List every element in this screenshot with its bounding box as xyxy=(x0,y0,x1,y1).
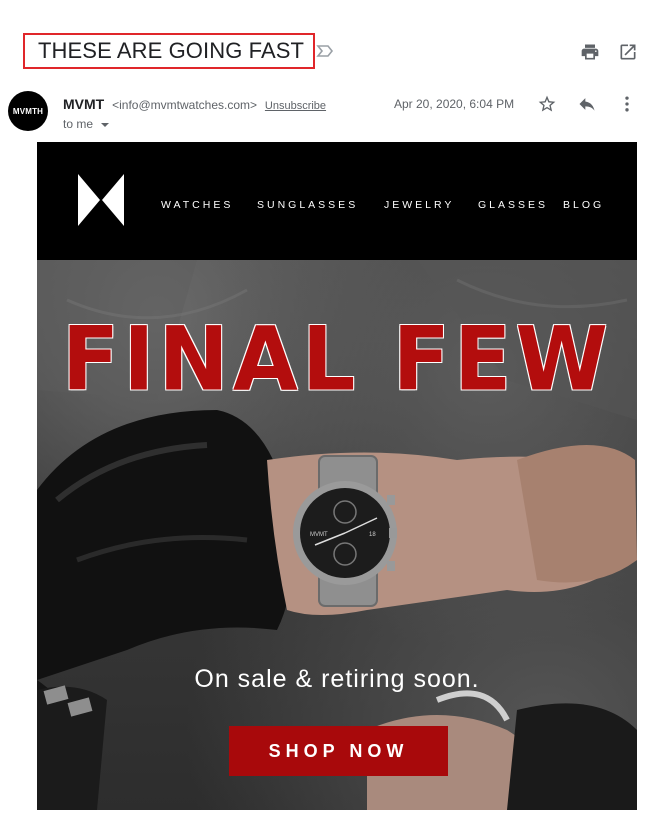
avatar-text: MVMTH xyxy=(12,106,44,116)
nav-blog[interactable]: BLOG xyxy=(563,199,604,211)
email-date: Apr 20, 2020, 6:04 PM xyxy=(394,97,515,111)
importance-marker-icon[interactable] xyxy=(316,44,334,58)
hero-headline: FINAL FEW xyxy=(61,307,613,411)
reply-icon[interactable] xyxy=(577,94,597,114)
hero-subheadline: On sale & retiring soon. xyxy=(194,665,480,693)
shop-now-button[interactable]: SHOP NOW xyxy=(229,726,448,776)
nav-glasses[interactable]: GLASSES xyxy=(478,199,548,211)
watch-brand-label: MVMT xyxy=(310,532,328,538)
nav-sunglasses[interactable]: SUNGLASSES xyxy=(257,199,358,211)
email-body: WATCHES SUNGLASSES JEWELRY GLASSES BLOG xyxy=(37,142,637,810)
nav-watches[interactable]: WATCHES xyxy=(161,199,233,211)
star-icon[interactable] xyxy=(537,94,557,114)
sender-email: <info@mvmtwatches.com> xyxy=(112,98,258,112)
sender-name[interactable]: MVMT xyxy=(63,96,104,112)
hero-image[interactable]: MVMT 18 FINAL FEW On sale & retiring soo… xyxy=(37,260,637,810)
email-subject: THESE ARE GOING FAST xyxy=(38,38,305,63)
brand-nav-bar: WATCHES SUNGLASSES JEWELRY GLASSES BLOG xyxy=(37,142,637,260)
open-in-new-window-icon[interactable] xyxy=(618,42,638,62)
subject-highlight: THESE ARE GOING FAST xyxy=(23,33,334,69)
watch-date-label: 18 xyxy=(369,532,376,538)
print-icon[interactable] xyxy=(580,42,600,62)
mvmt-logo-icon[interactable] xyxy=(76,172,126,228)
recipient-label: to me xyxy=(63,117,94,131)
sender-avatar[interactable]: MVMTH xyxy=(8,91,48,131)
unsubscribe-link[interactable]: Unsubscribe xyxy=(265,100,326,112)
chevron-down-icon xyxy=(101,122,110,127)
nav-jewelry[interactable]: JEWELRY xyxy=(384,199,454,211)
more-options-icon[interactable] xyxy=(617,94,637,114)
recipient-details-toggle[interactable]: to me xyxy=(63,117,110,131)
